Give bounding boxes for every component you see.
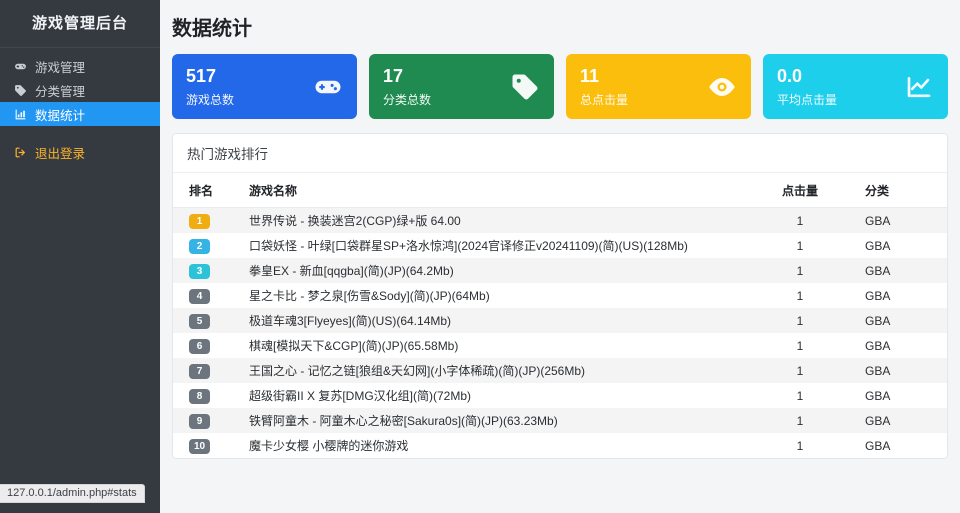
game-name-cell: 口袋妖怪 - 叶绿[口袋群星SP+洛水惊鸿](2024官译修正v20241109… [249,239,688,253]
rank-badge: 3 [189,263,210,279]
rank-badge: 2 [189,238,210,254]
stat-card: 517 游戏总数 [172,54,357,119]
stat-value: 0.0 [777,66,803,87]
page-title: 数据统计 [172,18,252,40]
tag-icon [510,71,540,102]
clicks-cell: 1 [796,363,804,378]
main-content: 数据统计 517 游戏总数 17 分类总数 11 总点击量 0.0 平均点击量 … [160,0,960,469]
stat-value: 517 [186,66,217,87]
gamepad-icon [313,71,343,102]
logout-icon [13,146,27,159]
sidebar-nav: 游戏管理 分类管理 数据统计 退出登录 [0,48,160,164]
category-cell: GBA [865,213,891,228]
sidebar-item-退出登录[interactable]: 退出登录 [0,140,160,164]
clicks-cell: 1 [796,313,804,328]
rank-badge: 8 [189,388,210,404]
line-chart-icon [904,72,934,102]
stat-label: 平均点击量 [777,92,838,107]
rank-badge: 10 [189,438,210,454]
sidebar: 游戏管理后台 游戏管理 分类管理 数据统计 退出登录 [0,0,160,513]
table-row: 8 超级街霸II X 复苏[DMG汉化组](简)(72Mb) 1 GBA [173,383,947,408]
table-row: 5 极道车魂3[Flyeyes](简)(US)(64.14Mb) 1 GBA [173,308,947,333]
stat-label: 游戏总数 [186,92,235,107]
stat-value: 11 [580,66,600,87]
game-name-cell: 铁臂阿童木 - 阿童木心之秘密[Sakura0s](简)(JP)(63.23Mb… [249,414,558,428]
browser-status-url: 127.0.0.1/admin.php#stats [0,484,145,503]
category-cell: GBA [865,363,891,378]
sidebar-item-label: 退出登录 [35,146,86,161]
game-name-cell: 世界传说 - 换装迷宫2(CGP)绿+版 64.00 [249,214,461,228]
rank-badge: 1 [189,213,210,229]
table-row: 6 棋魂[模拟天下&CGP](简)(JP)(65.58Mb) 1 GBA [173,333,947,358]
rank-badge: 9 [189,413,210,429]
category-cell: GBA [865,338,891,353]
table-row: 3 拳皇EX - 新血[qqgba](简)(JP)(64.2Mb) 1 GBA [173,258,947,283]
gamepad-icon [13,59,27,73]
clicks-cell: 1 [796,288,804,303]
category-cell: GBA [865,438,891,453]
clicks-cell: 1 [796,263,804,278]
panel-title: 热门游戏排行 [173,134,947,173]
sidebar-item-label: 数据统计 [35,108,86,123]
rank-badge: 7 [189,363,210,379]
rank-badge: 5 [189,313,210,329]
stats-cards: 517 游戏总数 17 分类总数 11 总点击量 0.0 平均点击量 [172,54,948,119]
table-row: 2 口袋妖怪 - 叶绿[口袋群星SP+洛水惊鸿](2024官译修正v202411… [173,233,947,258]
bar-chart-icon [13,108,27,121]
app-title: 游戏管理后台 [0,0,160,48]
stat-card: 17 分类总数 [369,54,554,119]
table-row: 4 星之卡比 - 梦之泉[伤雪&Sody](简)(JP)(64Mb) 1 GBA [173,283,947,308]
game-name-cell: 棋魂[模拟天下&CGP](简)(JP)(65.58Mb) [249,339,459,353]
clicks-cell: 1 [796,213,804,228]
category-cell: GBA [865,238,891,253]
table-row: 1 世界传说 - 换装迷宫2(CGP)绿+版 64.00 1 GBA [173,207,947,233]
table-row: 7 王国之心 - 记忆之链[狼组&天幻网](小字体稀疏)(简)(JP)(256M… [173,358,947,383]
category-cell: GBA [865,388,891,403]
rank-badge: 6 [189,338,210,354]
game-name-cell: 超级街霸II X 复苏[DMG汉化组](简)(72Mb) [249,389,472,403]
game-name-cell: 极道车魂3[Flyeyes](简)(US)(64.14Mb) [249,314,452,328]
tag-icon [13,83,27,97]
col-header-clicks: 点击量 [745,173,855,208]
table-row: 9 铁臂阿童木 - 阿童木心之秘密[Sakura0s](简)(JP)(63.23… [173,408,947,433]
table-header-row: 排名 游戏名称 点击量 分类 [173,173,947,208]
ranking-table: 排名 游戏名称 点击量 分类 1 世界传说 - 换装迷宫2(CGP)绿+版 64… [173,173,947,458]
clicks-cell: 1 [796,338,804,353]
eye-icon [707,71,737,102]
clicks-cell: 1 [796,413,804,428]
sidebar-item-label: 分类管理 [35,84,86,99]
col-header-rank: 排名 [173,173,239,208]
game-name-cell: 星之卡比 - 梦之泉[伤雪&Sody](简)(JP)(64Mb) [249,289,490,303]
stat-label: 分类总数 [383,92,432,107]
stat-label: 总点击量 [580,92,629,107]
col-header-category: 分类 [855,173,947,208]
game-name-cell: 王国之心 - 记忆之链[狼组&天幻网](小字体稀疏)(简)(JP)(256Mb) [249,364,586,378]
ranking-panel: 热门游戏排行 排名 游戏名称 点击量 分类 1 世界传说 - 换装迷宫2(CGP… [172,133,948,459]
category-cell: GBA [865,288,891,303]
clicks-cell: 1 [796,438,804,453]
sidebar-item-label: 游戏管理 [35,60,86,75]
sidebar-item-游戏管理[interactable]: 游戏管理 [0,54,160,78]
sidebar-item-数据统计[interactable]: 数据统计 [0,102,160,126]
category-cell: GBA [865,263,891,278]
game-name-cell: 魔卡少女樱 小樱牌的迷你游戏 [249,439,409,453]
clicks-cell: 1 [796,388,804,403]
category-cell: GBA [865,313,891,328]
table-row: 10 魔卡少女樱 小樱牌的迷你游戏 1 GBA [173,433,947,458]
sidebar-item-分类管理[interactable]: 分类管理 [0,78,160,102]
stat-card: 0.0 平均点击量 [763,54,948,119]
category-cell: GBA [865,413,891,428]
stat-card: 11 总点击量 [566,54,751,119]
rank-badge: 4 [189,288,210,304]
col-header-name: 游戏名称 [239,173,745,208]
game-name-cell: 拳皇EX - 新血[qqgba](简)(JP)(64.2Mb) [249,264,454,278]
stat-value: 17 [383,66,404,87]
clicks-cell: 1 [796,238,804,253]
